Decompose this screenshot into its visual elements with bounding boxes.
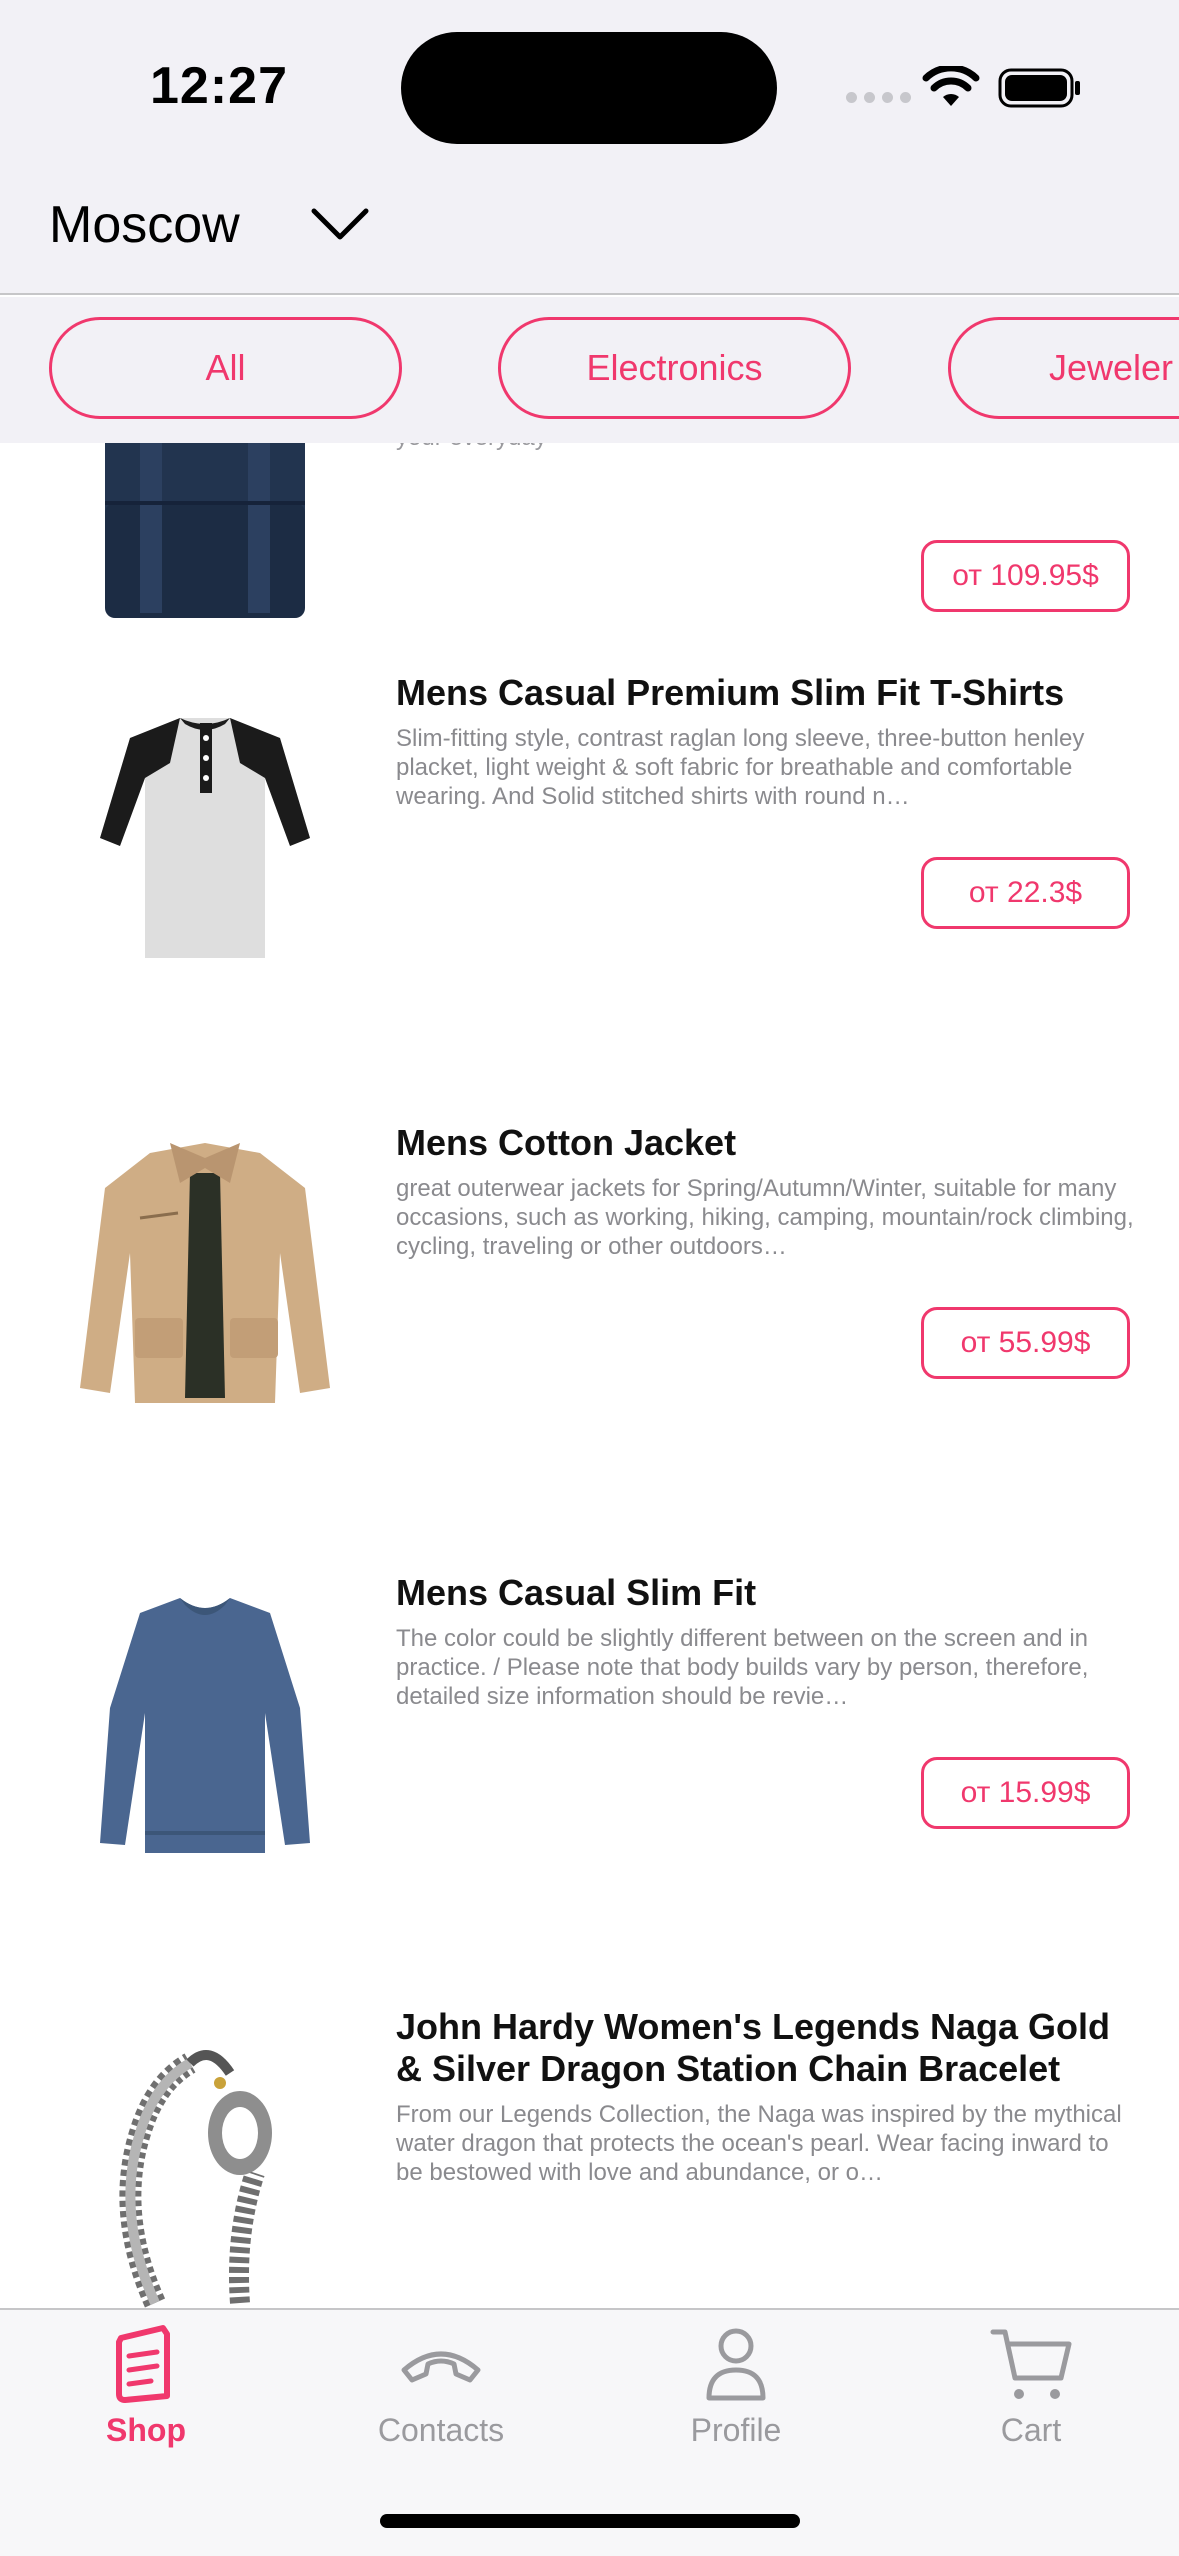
- product-description: Slim-fitting style, contrast raglan long…: [396, 725, 1085, 810]
- product-title: John Hardy Women's Legends Naga Gold & S…: [396, 2006, 1111, 2089]
- product-title: Mens Cotton Jacket: [396, 1122, 737, 1163]
- product-card[interactable]: Mens Cotton Jacket great outerwear jacke…: [0, 1122, 1179, 1598]
- home-indicator[interactable]: [380, 2514, 800, 2528]
- product-card[interactable]: your everyday от 109.95$: [0, 443, 1179, 653]
- backpack-image: [105, 443, 305, 618]
- tab-contacts[interactable]: Contacts: [341, 2324, 541, 2474]
- category-chip-jewelery[interactable]: Jeweler: [948, 317, 1179, 419]
- status-time: 12:27: [150, 57, 288, 115]
- battery-icon: [998, 68, 1080, 108]
- product-list[interactable]: your everyday от 109.95$ Mens Casual Pre…: [0, 443, 1179, 2308]
- cart-icon: [990, 2329, 1072, 2399]
- category-chip-electronics[interactable]: Electronics: [498, 317, 851, 419]
- dragon-bracelet-image: [119, 2050, 272, 2308]
- tab-label: Cart: [1000, 2412, 1062, 2448]
- price-button[interactable]: от 15.99$: [921, 1757, 1130, 1829]
- product-description: From our Legends Collection, the Naga wa…: [396, 2101, 1122, 2186]
- price-button[interactable]: от 22.3$: [921, 857, 1130, 929]
- product-title: Mens Casual Slim Fit: [396, 1572, 757, 1613]
- person-icon: [706, 2328, 766, 2401]
- product-title: Mens Casual Premium Slim Fit T-Shirts: [396, 672, 1065, 713]
- book-icon: [116, 2325, 170, 2403]
- tab-shop[interactable]: Shop: [46, 2324, 246, 2474]
- product-card[interactable]: Mens Casual Slim Fit The color could be …: [0, 1572, 1179, 2048]
- cellular-signal-icon: [846, 92, 911, 103]
- city-selector[interactable]: Moscow: [0, 165, 1179, 295]
- dynamic-island: [401, 32, 777, 144]
- tab-profile[interactable]: Profile: [636, 2324, 836, 2474]
- tab-label: Profile: [690, 2412, 782, 2448]
- product-card[interactable]: John Hardy Women's Legends Naga Gold & S…: [0, 2006, 1179, 2308]
- tab-label: Shop: [106, 2412, 186, 2448]
- product-card[interactable]: Mens Casual Premium Slim Fit T-Shirts Sl…: [0, 672, 1179, 1148]
- cotton-jacket-image: [80, 1143, 330, 1403]
- product-description: your everyday: [396, 443, 1136, 452]
- price-button[interactable]: от 55.99$: [921, 1307, 1130, 1379]
- chevron-down-icon[interactable]: [310, 205, 370, 245]
- tab-cart[interactable]: Cart: [931, 2324, 1131, 2474]
- phone-icon: [401, 2351, 481, 2383]
- category-filter-bar: All Electronics Jeweler: [0, 297, 1179, 443]
- blue-longsleeve-image: [100, 1598, 310, 1853]
- status-bar: 12:27: [0, 0, 1179, 165]
- product-description: great outerwear jackets for Spring/Autum…: [396, 1175, 1134, 1260]
- city-name: Moscow: [49, 196, 240, 254]
- wifi-icon: [922, 66, 980, 106]
- product-description: The color could be slightly different be…: [396, 1625, 1089, 1710]
- category-chip-all[interactable]: All: [49, 317, 402, 419]
- tab-label: Contacts: [377, 2412, 505, 2448]
- raglan-shirt-image: [100, 718, 310, 958]
- price-button[interactable]: от 109.95$: [921, 540, 1130, 612]
